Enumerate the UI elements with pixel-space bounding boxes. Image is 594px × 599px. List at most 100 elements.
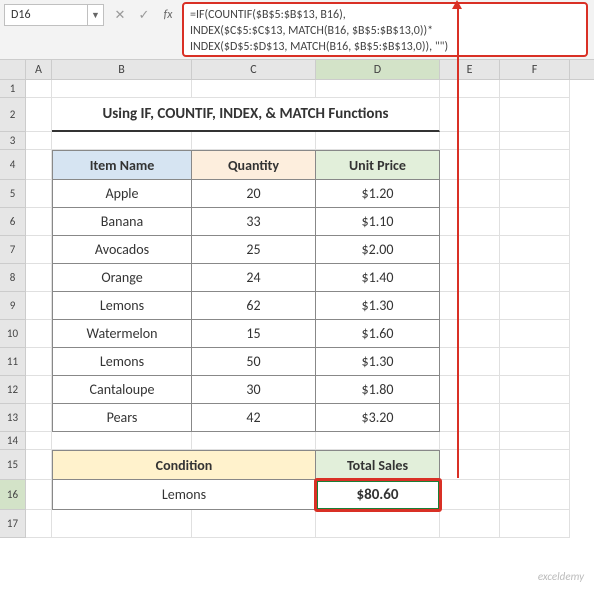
cell[interactable] xyxy=(440,432,500,450)
formula-bar[interactable]: =IF(COUNTIF($B$5:$B$13, B16), INDEX($C$5… xyxy=(182,2,588,57)
cell[interactable] xyxy=(26,132,52,150)
table-cell-item[interactable]: Cantaloupe xyxy=(52,376,192,404)
cell[interactable] xyxy=(500,208,570,236)
cell[interactable] xyxy=(500,98,570,132)
cell[interactable] xyxy=(26,320,52,348)
row-header[interactable]: 15 xyxy=(0,450,26,480)
row-header[interactable]: 10 xyxy=(0,320,26,348)
cell[interactable] xyxy=(500,132,570,150)
cell[interactable] xyxy=(26,208,52,236)
row-header[interactable]: 12 xyxy=(0,376,26,404)
table-cell-price[interactable]: $1.80 xyxy=(316,376,440,404)
name-box-dropdown[interactable]: ▼ xyxy=(88,4,104,26)
cell[interactable] xyxy=(26,180,52,208)
cell[interactable] xyxy=(440,320,500,348)
cell[interactable] xyxy=(500,510,570,538)
cell[interactable] xyxy=(440,180,500,208)
cell[interactable] xyxy=(500,150,570,180)
cell[interactable] xyxy=(440,80,500,98)
cell[interactable] xyxy=(316,510,440,538)
spreadsheet-grid[interactable]: 1 2 Using IF, COUNTIF, INDEX, & MATCH Fu… xyxy=(0,80,594,538)
table-cell-item[interactable]: Orange xyxy=(52,264,192,292)
cell[interactable] xyxy=(500,404,570,432)
cell[interactable] xyxy=(26,98,52,132)
cell[interactable] xyxy=(316,132,440,150)
col-header-b[interactable]: B xyxy=(52,60,192,79)
row-header[interactable]: 11 xyxy=(0,348,26,376)
cell[interactable] xyxy=(192,510,316,538)
cell[interactable] xyxy=(26,264,52,292)
table-cell-qty[interactable]: 20 xyxy=(192,180,316,208)
cell[interactable] xyxy=(500,432,570,450)
cell[interactable] xyxy=(440,98,500,132)
col-header-e[interactable]: E xyxy=(440,60,500,79)
row-header[interactable]: 13 xyxy=(0,404,26,432)
cell[interactable] xyxy=(26,404,52,432)
cell[interactable] xyxy=(26,80,52,98)
table-cell-item[interactable]: Avocados xyxy=(52,236,192,264)
table-cell-qty[interactable]: 62 xyxy=(192,292,316,320)
cell[interactable] xyxy=(26,480,52,510)
table-cell-price[interactable]: $2.00 xyxy=(316,236,440,264)
row-header[interactable]: 8 xyxy=(0,264,26,292)
cell[interactable] xyxy=(52,432,192,450)
cell[interactable] xyxy=(192,432,316,450)
cell[interactable] xyxy=(26,376,52,404)
cell[interactable] xyxy=(440,208,500,236)
table-cell-qty[interactable]: 30 xyxy=(192,376,316,404)
row-header[interactable]: 1 xyxy=(0,80,26,98)
cell[interactable] xyxy=(26,348,52,376)
col-header-a[interactable]: A xyxy=(26,60,52,79)
col-header-c[interactable]: C xyxy=(192,60,316,79)
col-header-f[interactable]: F xyxy=(500,60,570,79)
cell[interactable] xyxy=(26,150,52,180)
select-all-corner[interactable] xyxy=(0,60,26,79)
row-header[interactable]: 7 xyxy=(0,236,26,264)
cell[interactable] xyxy=(26,450,52,480)
row-header[interactable]: 2 xyxy=(0,98,26,132)
cell[interactable] xyxy=(500,320,570,348)
fx-icon[interactable]: fx xyxy=(160,4,176,26)
cell[interactable] xyxy=(52,510,192,538)
cell[interactable] xyxy=(440,264,500,292)
table-cell-item[interactable]: Lemons xyxy=(52,292,192,320)
table-cell-price[interactable]: $1.30 xyxy=(316,292,440,320)
cell[interactable] xyxy=(192,132,316,150)
cell[interactable] xyxy=(500,264,570,292)
table-cell-item[interactable]: Apple xyxy=(52,180,192,208)
row-header[interactable]: 16 xyxy=(0,480,26,510)
col-header-d[interactable]: D xyxy=(316,60,440,79)
cell[interactable] xyxy=(440,348,500,376)
row-header[interactable]: 6 xyxy=(0,208,26,236)
table-cell-price[interactable]: $1.40 xyxy=(316,264,440,292)
cell[interactable] xyxy=(500,348,570,376)
table-cell-price[interactable]: $1.60 xyxy=(316,320,440,348)
cell[interactable] xyxy=(192,80,316,98)
table-cell-price[interactable]: $3.20 xyxy=(316,404,440,432)
row-header[interactable]: 14 xyxy=(0,432,26,450)
cell[interactable] xyxy=(316,432,440,450)
table-cell-item[interactable]: Pears xyxy=(52,404,192,432)
cell[interactable] xyxy=(500,80,570,98)
cell[interactable] xyxy=(500,236,570,264)
total-sales-value[interactable]: $80.60 xyxy=(316,480,440,510)
cell[interactable] xyxy=(440,292,500,320)
cell[interactable] xyxy=(52,80,192,98)
row-header[interactable]: 3 xyxy=(0,132,26,150)
table-cell-item[interactable]: Watermelon xyxy=(52,320,192,348)
cell[interactable] xyxy=(500,480,570,510)
cell[interactable] xyxy=(440,480,500,510)
cell[interactable] xyxy=(26,236,52,264)
cell[interactable] xyxy=(440,150,500,180)
table-cell-price[interactable]: $1.10 xyxy=(316,208,440,236)
cell[interactable] xyxy=(26,432,52,450)
table-cell-qty[interactable]: 15 xyxy=(192,320,316,348)
cell[interactable] xyxy=(26,292,52,320)
row-header[interactable]: 9 xyxy=(0,292,26,320)
cell[interactable] xyxy=(440,404,500,432)
cell[interactable] xyxy=(500,376,570,404)
row-header[interactable]: 5 xyxy=(0,180,26,208)
table-cell-price[interactable]: $1.20 xyxy=(316,180,440,208)
table-cell-qty[interactable]: 25 xyxy=(192,236,316,264)
condition-value[interactable]: Lemons xyxy=(52,480,316,510)
